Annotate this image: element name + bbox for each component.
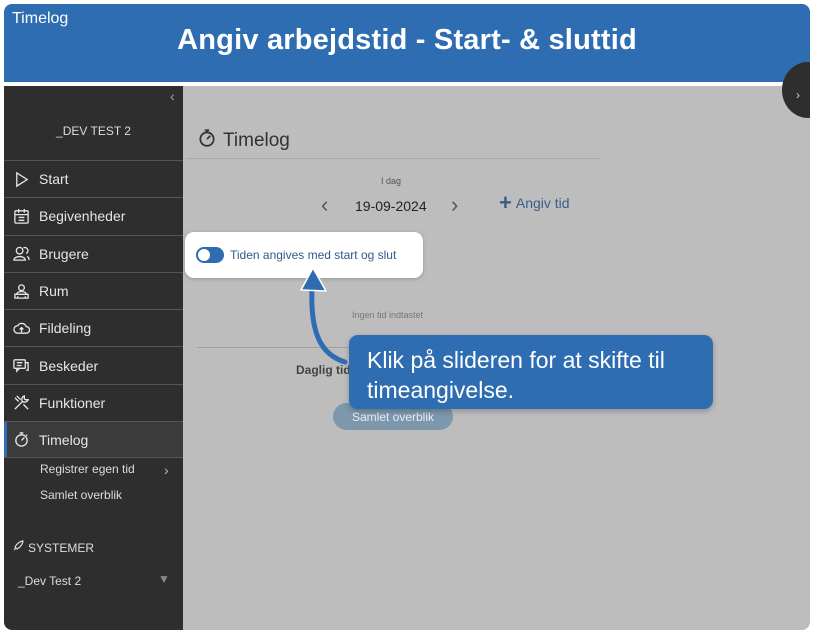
systems-label: SYSTEMER [28,540,95,555]
org-name: _DEV TEST 2 [56,124,131,138]
callout-line-1: Klik på slideren for at skifte til [367,347,665,373]
callout-line-2: timeangivelse. [367,377,515,403]
sidebar: ‹ _DEV TEST 2 Start Begivenheder Brugere [4,86,183,630]
stopwatch-icon [12,431,30,449]
time-mode-slider[interactable] [196,247,224,263]
sidebar-item-label: Beskeder [39,357,99,374]
sidebar-item-label: Brugere [39,245,89,262]
tutorial-frame: Timelog Angiv arbejdstid - Start- & slut… [4,4,810,630]
page-title-text: Timelog [223,130,290,151]
sidebar-item-fildeling[interactable]: Fildeling [4,309,183,346]
sidebar-item-brugere[interactable]: Brugere [4,234,183,272]
current-date[interactable]: 19-09-2024 [355,198,427,214]
sidebar-item-begivenheder[interactable]: Begivenheder [4,197,183,234]
rocket-icon [12,540,24,555]
banner-title: Angiv arbejdstid - Start- & sluttid [177,24,637,56]
sidebar-subitem-overblik[interactable]: Samlet overblik [40,488,122,502]
title-divider [187,158,601,159]
play-icon [12,170,30,188]
sidebar-item-funktioner[interactable]: Funktioner [4,383,183,421]
sidebar-item-rum[interactable]: Rum [4,271,183,309]
page-title: Timelog [197,128,290,154]
stopwatch-icon [197,128,217,154]
messages-icon [12,357,30,375]
no-time-label: Ingen tid indtastet [352,310,424,320]
sidebar-item-label: Timelog [39,431,89,448]
slider-knob [198,249,210,261]
dropdown-triangle-icon[interactable]: ▼ [158,572,170,586]
instruction-callout: Klik på slideren for at skifte til timea… [349,335,713,409]
sidebar-subitem-registrer[interactable]: Registrer egen tid [40,462,135,476]
sidebar-nav: Start Begivenheder Brugere Rum Fildeling [4,160,183,459]
add-time-button[interactable]: + Angiv tid [499,190,570,215]
cloud-icon [12,319,30,337]
time-mode-label[interactable]: Tiden angives med start og slut [230,248,396,262]
add-time-label: Angiv tid [515,195,570,211]
sidebar-item-beskeder[interactable]: Beskeder [4,346,183,383]
sidebar-item-label: Begivenheder [39,208,126,225]
next-day-button[interactable]: › [451,192,458,218]
plus-icon: + [499,190,512,215]
prev-day-button[interactable]: ‹ [321,192,328,218]
sidebar-item-label: Rum [39,283,69,300]
system-selector[interactable]: _Dev Test 2 [18,574,81,588]
calendar-icon [12,207,30,225]
daily-time-label: Daglig tid [296,363,351,377]
sidebar-item-label: Funktioner [39,394,106,411]
chevron-left-icon[interactable]: ‹ [170,88,175,104]
tutorial-banner: Timelog Angiv arbejdstid - Start- & slut… [4,4,810,82]
tools-icon [12,394,30,412]
sidebar-item-label: Fildeling [39,320,92,337]
sidebar-item-start[interactable]: Start [4,160,183,197]
time-mode-toggle-card: Tiden angives med start og slut [185,232,423,278]
chevron-right-icon: › [164,462,169,478]
sidebar-item-label: Start [39,171,69,188]
sidebar-item-timelog[interactable]: Timelog [4,421,183,459]
today-label: I dag [381,176,402,186]
room-icon [12,282,30,300]
users-icon [12,245,30,263]
chevron-right-icon[interactable]: › [796,88,800,102]
systems-heading: SYSTEMER [12,540,94,555]
